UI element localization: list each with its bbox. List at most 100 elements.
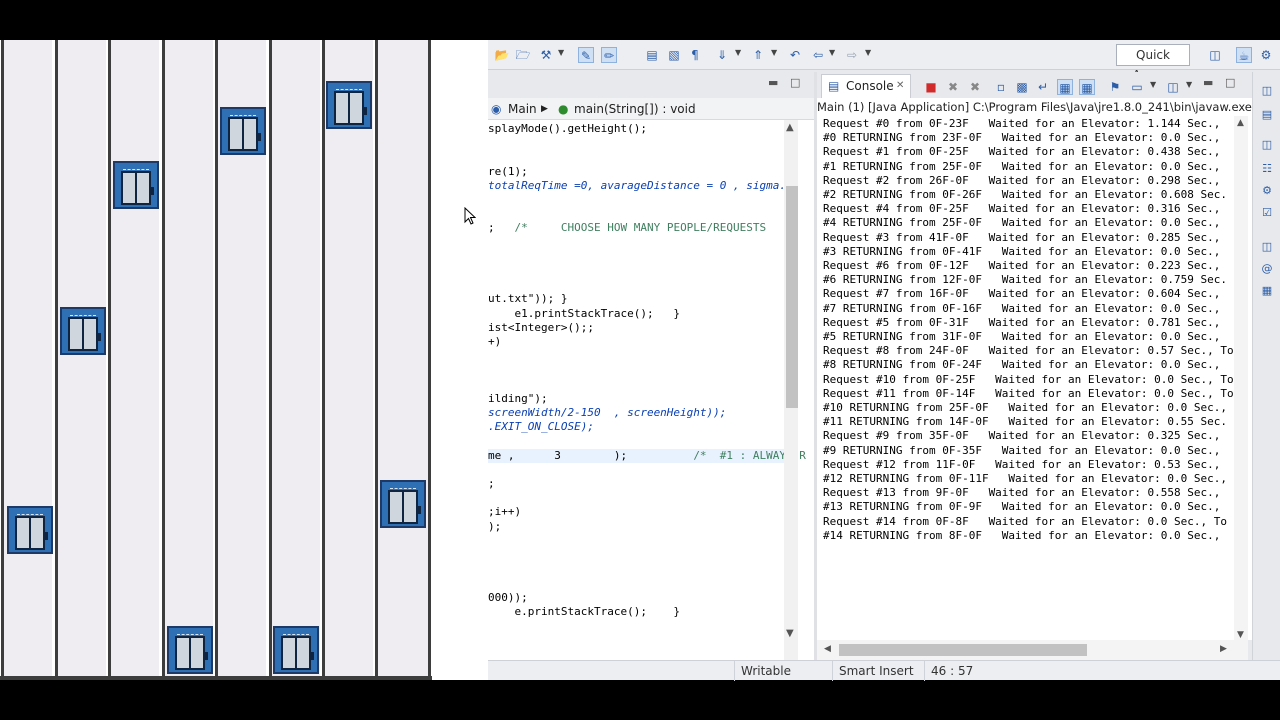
scroll-lock-icon[interactable]: ▩ — [1014, 79, 1030, 95]
code-line[interactable] — [488, 378, 784, 392]
forward-icon[interactable]: ⇨ — [844, 47, 860, 63]
code-line[interactable]: ; /* CHOOSE HOW MANY PEOPLE/REQUESTS — [488, 221, 784, 235]
code-line[interactable] — [488, 278, 784, 292]
scroll-down-icon[interactable]: ▼ — [786, 628, 794, 639]
code-line[interactable] — [488, 150, 784, 164]
pin-console-icon[interactable]: ⚑ — [1107, 79, 1123, 95]
code-line[interactable]: splayMode().getHeight(); — [488, 122, 784, 136]
code-line[interactable] — [488, 349, 784, 363]
chevron-down-icon[interactable]: ▼ — [735, 48, 741, 57]
code-line[interactable] — [488, 363, 784, 377]
clear-console-icon[interactable]: ▫ — [993, 79, 1009, 95]
code-line[interactable] — [488, 236, 784, 250]
close-icon[interactable]: ✕ — [896, 75, 904, 97]
code-line[interactable]: ist<Integer>();; — [488, 321, 784, 335]
java-perspective-icon[interactable]: ☕ — [1236, 47, 1252, 63]
code-line[interactable]: ); — [488, 520, 784, 534]
chevron-down-icon[interactable]: ▼ — [771, 48, 777, 57]
code-line[interactable] — [488, 193, 784, 207]
code-line[interactable] — [488, 548, 784, 562]
breadcrumb-class[interactable]: Main — [508, 98, 537, 120]
chevron-down-icon[interactable]: ▼ — [1150, 80, 1156, 89]
scroll-left-icon[interactable]: ◀ — [824, 644, 831, 654]
open-type-icon[interactable]: 🗁 — [515, 47, 531, 63]
code-line[interactable]: screenWidth/2-150 , screenHeight)); — [488, 406, 784, 420]
display-console-icon[interactable]: ▭ — [1129, 79, 1145, 95]
tab-console[interactable]: ▤ Console ✕ — [821, 74, 911, 98]
code-line[interactable] — [488, 463, 784, 477]
scroll-down-icon[interactable]: ▼ — [1237, 630, 1244, 640]
perspective-icon[interactable]: ◫ — [1207, 47, 1223, 63]
remove-all-icon[interactable]: ✖ — [967, 79, 983, 95]
code-line[interactable]: ilding"); — [488, 392, 784, 406]
console-output[interactable]: Request #0 from 0F-23F Waited for an Ele… — [817, 116, 1252, 640]
scroll-up-icon[interactable]: ▲ — [786, 122, 794, 133]
restore-icon[interactable]: ◫ — [1259, 84, 1275, 98]
code-line[interactable] — [488, 136, 784, 150]
restore-icon[interactable]: ◫ — [1259, 138, 1275, 152]
debug-perspective-icon[interactable]: ⚙ — [1258, 47, 1274, 63]
remove-launch-icon[interactable]: ✖ — [945, 79, 961, 95]
code-line[interactable]: .EXIT_ON_CLOSE); — [488, 420, 784, 434]
maximize-icon[interactable]: □ — [790, 76, 800, 89]
word-wrap-icon[interactable]: ↵ — [1035, 79, 1051, 95]
elevator-car — [380, 480, 426, 528]
show-on-output-icon[interactable]: ▦ — [1057, 79, 1073, 95]
maximize-icon[interactable]: □ — [1225, 76, 1235, 89]
declaration-icon[interactable]: ▦ — [1259, 284, 1275, 298]
code-line[interactable] — [488, 562, 784, 576]
last-edit-icon[interactable]: ↶ — [787, 47, 803, 63]
code-line[interactable] — [488, 207, 784, 221]
tasks-icon[interactable]: ☑ — [1259, 206, 1275, 220]
console-line: Request #13 from 9F-0F Waited for an Ele… — [823, 486, 1221, 500]
code-line[interactable] — [488, 264, 784, 278]
code-line[interactable]: e1.printStackTrace(); } — [488, 307, 784, 321]
open-folder-icon[interactable]: 📂 — [494, 47, 510, 63]
chevron-down-icon[interactable]: ▼ — [1186, 80, 1192, 89]
show-on-error-icon[interactable]: ▦ — [1079, 79, 1095, 95]
code-line[interactable]: +) — [488, 335, 784, 349]
next-annotation-icon[interactable]: ⇓ — [714, 47, 730, 63]
prev-annotation-icon[interactable]: ⇑ — [750, 47, 766, 63]
hierarchy-icon[interactable]: ☷ — [1259, 162, 1275, 176]
javadoc-icon[interactable]: @ — [1259, 262, 1275, 276]
code-line[interactable] — [488, 250, 784, 264]
chevron-down-icon[interactable]: ▼ — [558, 48, 564, 57]
console-horizontal-scrollbar-thumb[interactable] — [839, 644, 1087, 656]
code-line[interactable]: totalReqTime =0, avarageDistance = 0 , s… — [488, 179, 786, 193]
editor-scrollbar-thumb[interactable] — [786, 186, 798, 408]
chevron-down-icon[interactable]: ▼ — [829, 48, 835, 57]
code-line[interactable]: ;i++) — [488, 505, 784, 519]
code-line[interactable] — [488, 576, 784, 590]
code-line[interactable] — [488, 434, 784, 448]
terminate-icon[interactable]: ■ — [923, 79, 939, 95]
highlight-icon[interactable]: ✏ — [601, 47, 617, 63]
code-line[interactable]: ; — [488, 477, 784, 491]
code-line[interactable]: me , 3 ); /* #1 : ALWAYS R — [488, 448, 806, 463]
paragraph-icon[interactable]: ¶ — [687, 47, 703, 63]
toggle-markers-icon[interactable]: ✎ — [578, 47, 594, 63]
code-line[interactable]: 000)); — [488, 591, 784, 605]
chevron-down-icon[interactable]: ▼ — [865, 48, 871, 57]
minimize-icon[interactable]: ▬ — [768, 76, 778, 89]
minimize-icon[interactable]: ▬ — [1203, 76, 1213, 89]
block-selection-icon[interactable]: ▧ — [666, 47, 682, 63]
code-line[interactable]: re(1); — [488, 165, 784, 179]
tools-icon[interactable]: ⚒ — [538, 47, 554, 63]
code-line[interactable] — [488, 534, 784, 548]
restore-icon[interactable]: ◫ — [1259, 240, 1275, 254]
code-line[interactable]: ut.txt")); } — [488, 292, 784, 306]
debug-icon[interactable]: ⚙ — [1259, 184, 1275, 198]
back-icon[interactable]: ⇦ — [810, 47, 826, 63]
scroll-up-icon[interactable]: ▲ — [1237, 118, 1244, 128]
quick-access-field[interactable]: Quick Access — [1116, 44, 1190, 82]
show-whitespace-icon[interactable]: ▤ — [644, 47, 660, 63]
breadcrumb-method[interactable]: main(String[]) : void — [574, 98, 696, 120]
code-line[interactable]: e.printStackTrace(); } — [488, 605, 784, 619]
open-console-icon[interactable]: ◫ — [1165, 79, 1181, 95]
outline-icon[interactable]: ▤ — [1259, 108, 1275, 122]
code-line[interactable] — [488, 491, 784, 505]
console-vertical-scrollbar[interactable] — [1234, 116, 1248, 644]
code-editor[interactable]: splayMode().getHeight(); re(1); totalReqTi… — [488, 120, 814, 660]
scroll-right-icon[interactable]: ▶ — [1220, 644, 1227, 654]
